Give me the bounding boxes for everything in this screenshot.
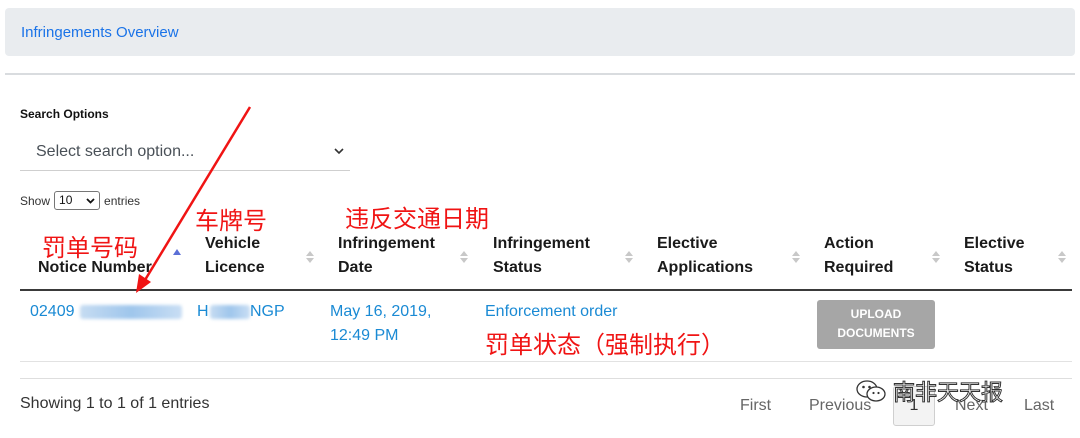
red-arrow-icon [136,106,252,293]
sort-icon [625,251,633,263]
redacted-licence [210,305,250,319]
column-header-label: Vehicle [205,235,261,252]
search-option-placeholder: Select search option... [36,143,195,160]
notice-number-link[interactable]: 02409 [30,300,75,324]
column-header-label: Elective [964,235,1025,252]
entries-length-control: Show 10 entries [20,191,140,210]
chevron-down-icon [86,198,95,204]
search-option-select[interactable]: Select search option... [20,133,350,171]
annotation-date: 违反交通日期 [345,205,489,233]
sort-icon [460,251,468,263]
page-header: Infringements Overview [5,8,1075,56]
table-row-border [20,361,1072,362]
upload-button-label-line1: UPLOAD [850,307,902,321]
watermark: 南非天天报 [855,375,1004,407]
infringement-status-link[interactable]: Enforcement order [485,300,618,324]
search-options-label: Search Options [20,107,109,121]
column-header-label: Status [493,259,542,276]
sort-ascending-icon [173,249,181,255]
column-header-label: Infringement [338,235,435,252]
annotation-plate-number: 车牌号 [195,207,267,235]
upload-documents-button[interactable]: UPLOAD DOCUMENTS [817,300,935,349]
table-info-text: Showing 1 to 1 of 1 entries [20,395,210,412]
annotation-status: 罚单状态（强制执行） [485,331,725,359]
column-header-vehicle-licence[interactable]: Vehicle Licence [205,232,265,280]
show-label: Show [20,193,51,208]
sort-icon [306,251,314,263]
column-header-label: Elective [657,235,718,252]
wechat-icon [856,380,886,402]
vehicle-licence-suffix[interactable]: NGP [250,300,285,324]
column-header-infringement-date[interactable]: Infringement Date [338,232,435,280]
column-header-label: Licence [205,259,265,276]
sort-icon [932,251,940,263]
infringement-date-line1[interactable]: May 16, 2019, [330,300,431,324]
sort-icon [1058,251,1066,263]
redacted-notice-number [80,305,182,319]
column-header-label: Required [824,259,894,276]
column-header-elective-applications[interactable]: Elective Applications [657,232,753,280]
watermark-text: 南非天天报 [892,381,1004,407]
column-header-label: Status [964,259,1013,276]
sort-icon [792,251,800,263]
table-header-border [20,289,1072,291]
column-header-action-required[interactable]: Action Required [824,232,893,280]
breadcrumb-infringements-overview[interactable]: Infringements Overview [21,24,179,41]
entries-label: entries [104,193,141,208]
entries-per-page-value: 10 [59,193,73,207]
pagination-last[interactable]: Last [1024,397,1054,415]
column-header-label: Applications [657,259,754,276]
annotation-notice-number: 罚单号码 [42,234,138,262]
column-header-label: Date [338,259,373,276]
column-header-infringement-status[interactable]: Infringement Status [493,232,590,280]
pagination-first[interactable]: First [740,397,771,415]
header-divider [5,73,1075,75]
infringement-date-line2[interactable]: 12:49 PM [330,324,398,348]
entries-per-page-select[interactable]: 10 [54,191,101,210]
column-header-label: Infringement [493,235,590,252]
vehicle-licence-prefix[interactable]: H [197,300,209,324]
column-header-label: Action [824,235,874,252]
chevron-down-icon [334,148,344,155]
upload-button-label-line2: DOCUMENTS [837,326,915,340]
column-header-elective-status[interactable]: Elective Status [964,232,1024,280]
